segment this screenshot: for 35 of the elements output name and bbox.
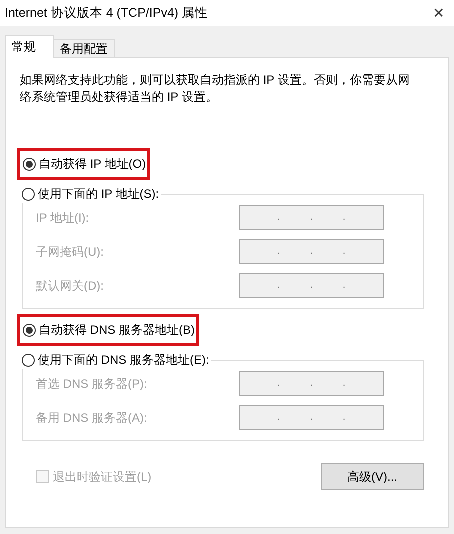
- separator-dot: .: [342, 211, 346, 225]
- field-label: 首选 DNS 服务器(P):: [35, 376, 148, 392]
- separator-dot: .: [310, 377, 313, 391]
- separator-dot: .: [310, 245, 313, 259]
- separator-dot: .: [277, 245, 280, 259]
- separator-dot: .: [310, 211, 313, 225]
- radio-button[interactable]: [22, 188, 35, 200]
- field-label: 备用 DNS 服务器(A):: [35, 410, 148, 426]
- checkbox-label: 退出时验证设置(L): [53, 468, 152, 486]
- tab[interactable]: 常规: [5, 35, 54, 58]
- radio-label: 自动获得 DNS 服务器地址(B): [39, 322, 195, 339]
- tab[interactable]: 备用配置: [54, 39, 115, 58]
- separator-dot: .: [342, 279, 346, 293]
- field-label: 子网掩码(U):: [35, 244, 105, 260]
- separator-dot: .: [342, 377, 346, 391]
- separator-dot: .: [310, 279, 313, 293]
- advanced-button[interactable]: 高级(V)...: [321, 463, 424, 490]
- separator-dot: .: [310, 411, 313, 425]
- radio-button[interactable]: [23, 158, 36, 170]
- field-label: IP 地址(I):: [35, 210, 90, 226]
- separator-dot: .: [277, 411, 280, 425]
- separator-dot: .: [277, 377, 280, 391]
- separator-dot: .: [342, 411, 346, 425]
- window-title: Internet 协议版本 4 (TCP/IPv4) 属性: [5, 4, 208, 22]
- field-label: 默认网关(D):: [35, 278, 105, 294]
- radio-button[interactable]: [23, 324, 36, 336]
- close-button[interactable]: ✕: [429, 2, 449, 24]
- separator-dot: .: [277, 211, 280, 225]
- separator-dot: .: [342, 245, 346, 259]
- radio-button[interactable]: [22, 354, 35, 366]
- radio-label: 使用下面的 DNS 服务器地址(E):: [38, 352, 210, 369]
- radio-label: 使用下面的 IP 地址(S):: [38, 186, 160, 203]
- separator-dot: .: [277, 279, 280, 293]
- radio-label: 自动获得 IP 地址(O): [39, 156, 146, 173]
- description-text: 如果网络支持此功能，则可以获取自动指派的 IP 设置。否则，你需要从网络系统管理员处获得适当的 IP 设置。: [20, 72, 411, 106]
